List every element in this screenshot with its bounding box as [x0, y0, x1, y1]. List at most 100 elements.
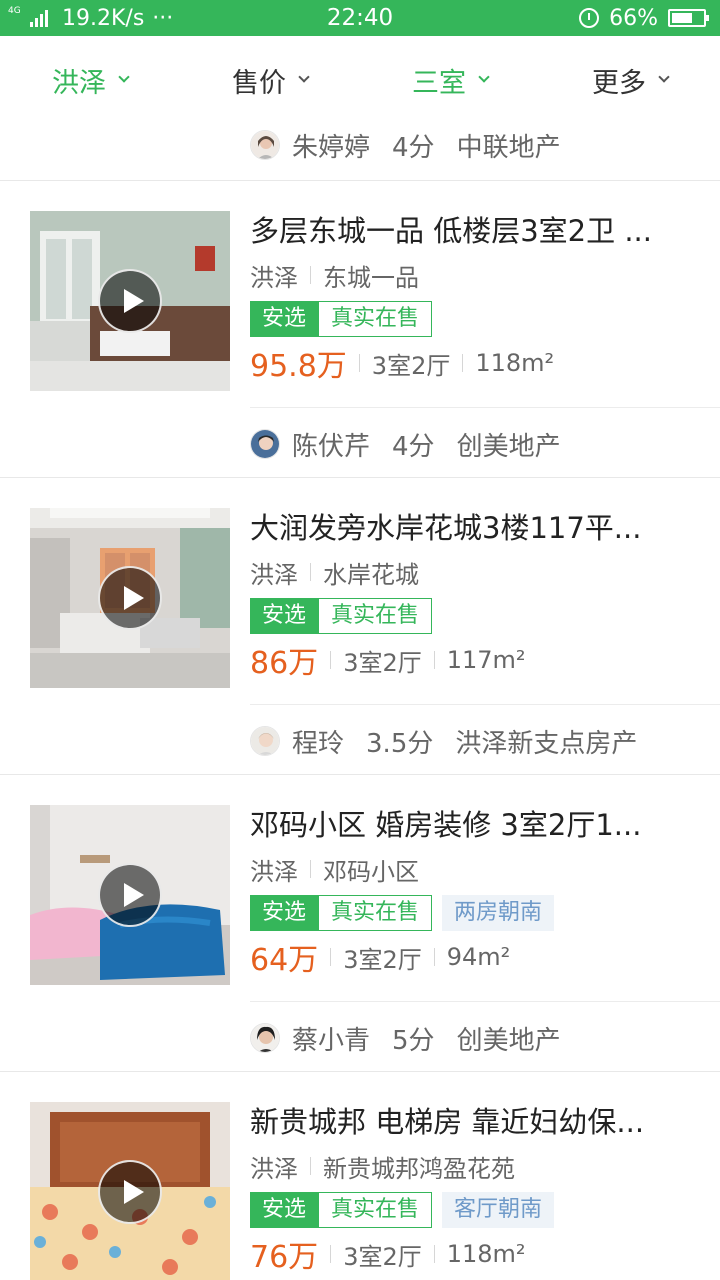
play-icon[interactable] [98, 269, 162, 333]
agent-name: 蔡小青 [292, 1025, 371, 1056]
listing-location: 洪泽 水岸花城 [250, 554, 690, 590]
divider [250, 1001, 720, 1002]
listing-thumbnail[interactable] [30, 1102, 230, 1280]
listing-thumbnail[interactable] [30, 508, 230, 688]
tag-real-sale: 真实在售 [318, 1192, 433, 1228]
listing-district: 洪泽 [250, 263, 298, 292]
signal-icon: 4G [8, 5, 54, 31]
listing-area: 94m² [446, 943, 511, 971]
tag-anxuan: 安选 [250, 301, 319, 337]
filter-label: 更多 [592, 67, 646, 99]
listing-title[interactable]: 大润发旁水岸花城3楼117平... [250, 508, 690, 548]
status-left: 4G 19.2K/s ··· [8, 0, 173, 36]
listing-card[interactable]: 新贵城邦 电梯房 靠近妇幼保... 洪泽 新贵城邦鸿盈花苑 安选 真实在售 客厅朝… [0, 1072, 720, 1280]
divider [250, 407, 720, 408]
avatar [250, 1023, 280, 1053]
status-right: 66% [579, 0, 709, 36]
listing-community: 邓码小区 [323, 857, 419, 886]
listing-location: 洪泽 新贵城邦鸿盈花苑 [250, 1148, 690, 1184]
filter-label: 洪泽 [52, 67, 106, 99]
tag-real-sale: 真实在售 [318, 301, 433, 337]
avatar [250, 130, 280, 160]
listing-stats: 86万 3室2厅 117m² [250, 638, 690, 682]
chevron-down-icon [118, 71, 130, 83]
tag-anxuan: 安选 [250, 598, 319, 634]
agent-name: 朱婷婷 [292, 132, 371, 163]
filter-label: 售价 [232, 67, 286, 99]
agent-row-top[interactable]: 朱婷婷 4分 中联地产 [250, 124, 720, 166]
agent-company: 创美地产 [456, 431, 561, 462]
listing-stats: 76万 3室2厅 118m² [250, 1232, 690, 1276]
agent-row[interactable]: 陈伏芹 4分 创美地产 [250, 423, 720, 465]
listing-community: 水岸花城 [323, 560, 419, 589]
agent-score: 4分 [392, 431, 435, 462]
listing-title[interactable]: 新贵城邦 电梯房 靠近妇幼保... [250, 1102, 690, 1142]
alarm-icon [579, 8, 600, 28]
battery-percent: 66% [609, 5, 658, 31]
agent-company: 中联地产 [456, 132, 561, 163]
listing-card[interactable]: 大润发旁水岸花城3楼117平... 洪泽 水岸花城 安选 真实在售 86万 3室2… [0, 478, 720, 774]
tag-anxuan: 安选 [250, 1192, 319, 1228]
listing-community: 东城一品 [323, 263, 419, 292]
listing-layout: 3室2厅 [343, 648, 422, 677]
status-bar: 4G 19.2K/s ··· 22:40 66% [0, 0, 720, 36]
listing-layout: 3室2厅 [371, 351, 451, 380]
tag-real-sale: 真实在售 [318, 895, 433, 931]
tag-feature: 两房朝南 [442, 895, 555, 931]
filter-more[interactable]: 更多 [540, 36, 720, 124]
agent-score: 5分 [392, 1025, 435, 1056]
play-icon[interactable] [98, 863, 162, 927]
listing-thumbnail[interactable] [30, 805, 230, 985]
battery-icon [668, 9, 709, 27]
tag-real-sale: 真实在售 [318, 598, 433, 634]
chevron-down-icon [298, 71, 310, 83]
listing-title[interactable]: 邓码小区 婚房装修 3室2厅1... [250, 805, 690, 845]
agent-score: 4分 [392, 132, 435, 163]
listing-district: 洪泽 [250, 560, 298, 589]
agent-name: 程玲 [292, 728, 345, 759]
play-icon[interactable] [98, 1160, 162, 1224]
listing-tags: 安选 真实在售 两房朝南 [250, 895, 690, 931]
agent-company: 洪泽新支点房产 [455, 728, 638, 759]
listing-price: 86万 [250, 646, 319, 681]
filter-rooms[interactable]: 三室 [360, 36, 540, 124]
filter-price[interactable]: 售价 [180, 36, 360, 124]
filter-label: 三室 [412, 67, 466, 99]
divider [250, 704, 720, 705]
agent-row[interactable]: 程玲 3.5分 洪泽新支点房产 [250, 720, 720, 762]
avatar [250, 726, 280, 756]
listing-area: 118m² [446, 1240, 526, 1268]
chevron-down-icon [658, 71, 670, 83]
listing-price: 76万 [250, 1240, 319, 1275]
agent-score: 3.5分 [366, 728, 434, 759]
listing-stats: 64万 3室2厅 94m² [250, 935, 690, 979]
listing-tags: 安选 真实在售 客厅朝南 [250, 1192, 690, 1228]
avatar [250, 429, 280, 459]
network-type: 4G [8, 6, 21, 16]
tag-anxuan: 安选 [250, 895, 319, 931]
listing-community: 新贵城邦鸿盈花苑 [323, 1154, 515, 1183]
listing-district: 洪泽 [250, 1154, 298, 1183]
listing-location: 洪泽 东城一品 [250, 257, 690, 293]
more-dots: ··· [152, 5, 174, 31]
filter-district[interactable]: 洪泽 [0, 36, 180, 124]
listing-layout: 3室2厅 [343, 1242, 422, 1271]
play-icon[interactable] [98, 566, 162, 630]
filter-bar: 洪泽 售价 三室 更多 [0, 36, 720, 124]
tag-feature: 客厅朝南 [442, 1192, 555, 1228]
listing-card[interactable]: 邓码小区 婚房装修 3室2厅1... 洪泽 邓码小区 安选 真实在售 两房朝南 6… [0, 775, 720, 1071]
listing-title[interactable]: 多层东城一品 低楼层3室2卫 ... [250, 211, 690, 251]
listing-location: 洪泽 邓码小区 [250, 851, 690, 887]
listing-district: 洪泽 [250, 857, 298, 886]
agent-company: 创美地产 [456, 1025, 561, 1056]
chevron-down-icon [478, 71, 490, 83]
listing-area: 118m² [475, 349, 555, 377]
listing-thumbnail[interactable] [30, 211, 230, 391]
listing-tags: 安选 真实在售 [250, 598, 690, 634]
listing-stats: 95.8万 3室2厅 118m² [250, 341, 690, 385]
listing-card[interactable]: 多层东城一品 低楼层3室2卫 ... 洪泽 东城一品 安选 真实在售 95.8万 … [0, 181, 720, 477]
listing-area: 117m² [446, 646, 526, 674]
agent-name: 陈伏芹 [292, 431, 371, 462]
agent-row[interactable]: 蔡小青 5分 创美地产 [250, 1017, 720, 1059]
listing-price: 95.8万 [250, 349, 347, 384]
